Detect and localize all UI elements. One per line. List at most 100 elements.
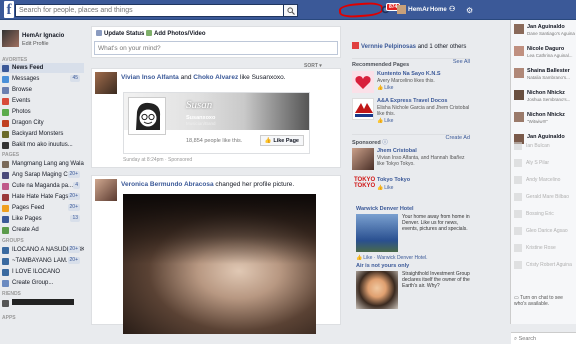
nav-item[interactable]: Mangmang Lang ang Walan... (0, 159, 84, 169)
contact-avatar (514, 90, 524, 100)
nav-item[interactable]: I LOVE ILOCANO (0, 267, 84, 277)
friend-activity: Vernnie Pelpinosas and 1 other others (352, 42, 474, 50)
nav-item-label: Ang Sarap Maging Ce... (12, 172, 77, 178)
like-button[interactable]: Like (377, 118, 393, 124)
nav-item[interactable]: Hate Hate Hate Fags... 20+ (0, 192, 84, 202)
story-avatar[interactable] (95, 179, 117, 201)
contact-avatar (514, 176, 522, 184)
actor-link[interactable]: Choko Alvarez (193, 74, 238, 81)
page-profile-picture[interactable] (128, 97, 166, 135)
nav-item[interactable]: Create Group... (0, 278, 84, 288)
nav-item[interactable]: Browse (0, 85, 84, 95)
nav-item[interactable]: Create Ad (0, 225, 84, 235)
search-box[interactable]: Search for people, places and things (15, 4, 298, 17)
chat-contact-offline[interactable]: Aly S Pilar (511, 157, 576, 168)
home-link[interactable]: Home (430, 7, 447, 13)
chat-contact[interactable]: Nicole Daguro Lea Cathrina Aguinal... (511, 43, 576, 65)
chat-contact[interactable]: Jan AguinaldoDane Santiago's Aguinaldo F… (511, 21, 576, 43)
recommended-page-title[interactable]: Kuntento Na Sayo K.N.S (377, 71, 441, 77)
search-input[interactable]: Search for people, places and things (19, 7, 133, 14)
profile-photo-image[interactable] (123, 194, 316, 334)
contact-avatar (514, 112, 524, 122)
chat-contact-offline[interactable]: Kristine Rose (511, 242, 576, 253)
nav-item[interactable]: Bakit mo ako inuutus... (0, 140, 84, 150)
like-button[interactable]: Like (377, 185, 393, 191)
search-button[interactable] (283, 4, 298, 17)
friends-list-item[interactable] (0, 298, 84, 308)
contact-name: Gerald Mare Bilbao (526, 194, 570, 200)
nav-item[interactable]: Cute na Maganda pa... 4 (0, 181, 84, 191)
chat-contact[interactable]: Nichon Nhickz "Witwiw!!!" (511, 109, 576, 131)
contact-status: Lea Cathrina Aguinal... (527, 53, 573, 58)
nav-item[interactable]: Like Pages 13 (0, 214, 84, 224)
edit-profile-link[interactable]: Edit Profile (22, 41, 49, 47)
story-meta: Sunday at 8:24pm · Sponsored (123, 157, 193, 163)
sponsored-friend-name[interactable]: Jhem Cristobal (377, 148, 417, 154)
ad-image[interactable] (356, 214, 398, 252)
contact-name: Nichon Nhickz (527, 90, 565, 96)
nav-item[interactable]: Backyard Monsters (0, 129, 84, 139)
see-all-link[interactable]: See All (453, 59, 470, 65)
chat-contact-offline[interactable]: Gerald Mare Bilbao (511, 191, 576, 202)
status-input[interactable]: What's on your mind? (94, 41, 338, 55)
update-status-tab[interactable]: Update Status (96, 30, 144, 37)
chat-contact-offline[interactable]: Ian Bulcan (511, 140, 576, 151)
page-thumbnail[interactable] (352, 71, 374, 93)
sponsored-page-title[interactable]: Tokyo Tokyo (377, 177, 410, 183)
page-card[interactable]: Susan Susanxoxo Musician/Band 18,854 peo… (123, 92, 310, 154)
create-ad-link[interactable]: Create Ad (446, 135, 470, 141)
actor-link[interactable]: Veronica Bermundo Abracosa (121, 181, 214, 188)
nav-item[interactable]: News Feed (0, 63, 84, 73)
nav-item-icon (2, 280, 9, 287)
chat-contact[interactable]: Nichon Nhickz Joshua Sembrano's... (511, 87, 576, 109)
chat-off-notice[interactable]: ▭ Turn on chat to see who's available. (514, 295, 576, 307)
nav-item[interactable]: Messages 45 (0, 74, 84, 84)
nav-item-icon (2, 142, 9, 149)
like-button[interactable]: Like (377, 85, 393, 91)
tokyo-tokyo-logo[interactable]: TOKYO TOKYO (354, 177, 375, 189)
like-page-label: Like Page (273, 138, 299, 144)
add-photos-tab[interactable]: Add Photos/Video (146, 30, 206, 37)
profile-avatar[interactable] (2, 30, 19, 47)
nav-item[interactable]: Photos (0, 107, 84, 117)
nav-item[interactable]: Ang Sarap Maging Ce... 20+ (0, 170, 84, 180)
chat-search-input[interactable]: ⌕ Search (511, 332, 576, 344)
nav-item-label: Events (12, 98, 31, 104)
ad-title[interactable]: Air is not yours only (356, 263, 409, 269)
like-page-button[interactable]: 👍 Like Page (259, 135, 304, 146)
recommended-page-title[interactable]: A&A Express Travel Docos (377, 98, 447, 104)
actor-link[interactable]: Vivian Inso Alfanta (121, 74, 179, 81)
story-header: Veronica Bermundo Abracosa changed her p… (121, 180, 336, 189)
friends-icon[interactable]: ⚇ (449, 5, 455, 13)
sponsored-info-icon[interactable]: ⓘ (382, 140, 388, 146)
story-avatar[interactable] (95, 72, 117, 94)
nav-item-label: Backyard Monsters (12, 131, 64, 137)
ad-like-link[interactable]: Like · Warwick Denver Hotel. (356, 255, 427, 261)
chat-contact-offline[interactable]: Cristy Robert Aguina (511, 259, 576, 270)
nav-item[interactable]: ILOCANO A NASUDI TABK... 20+ (0, 245, 84, 255)
friend-avatar[interactable] (352, 148, 374, 170)
ad-image[interactable] (356, 271, 398, 309)
nav-item[interactable]: ~TAMBAYANG LAM... 20+ (0, 256, 84, 266)
profile-link[interactable]: HemAr (397, 5, 429, 14)
profile-name[interactable]: HemAr Ignacio (22, 33, 64, 39)
nav-item-count: 20+ (67, 257, 80, 264)
facebook-logo[interactable]: f (4, 1, 14, 18)
nav-item[interactable]: Events (0, 96, 84, 106)
chat-contact-offline[interactable]: Andy Marcelino (511, 174, 576, 185)
contact-status: Dane Santiago's Aguinaldo F.R.I.E.N.D.S. (527, 31, 575, 36)
chat-contact-offline[interactable]: Bossing Eric (511, 208, 576, 219)
chat-contact[interactable]: Shaina Ballester Natalia Sambrano's... (511, 65, 576, 87)
nav-item-count: 45 (70, 75, 80, 82)
heart-icon (355, 76, 371, 89)
page-category: Musician/Band (186, 121, 216, 126)
pencil-icon (96, 30, 102, 36)
ad-title[interactable]: Warwick Denver Hotel (356, 206, 414, 212)
chat-contact-offline[interactable]: Gleo Darice Agsao (511, 225, 576, 236)
page-thumbnail[interactable] (352, 98, 374, 120)
gear-icon[interactable]: ⚙ (466, 6, 473, 15)
nav-item-icon (2, 65, 9, 72)
friend-name[interactable]: Vernnie Pelpinosas (361, 44, 416, 50)
nav-item[interactable]: Pages Feed 20+ (0, 203, 84, 213)
nav-item[interactable]: Dragon City (0, 118, 84, 128)
